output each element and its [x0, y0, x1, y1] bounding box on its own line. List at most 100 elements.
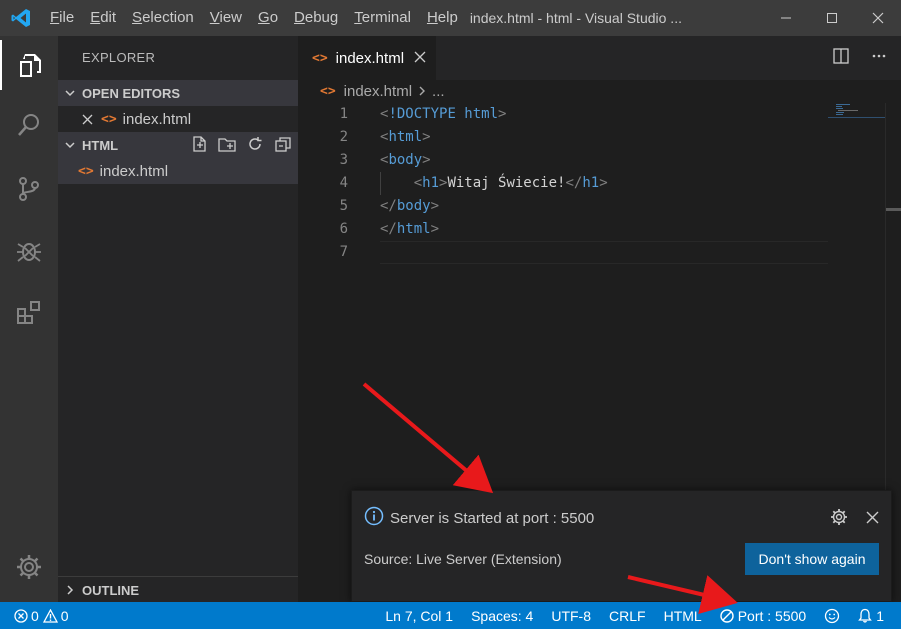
menu-debug[interactable]: Debug	[286, 0, 346, 36]
notification-source: Source: Live Server (Extension)	[364, 551, 562, 567]
minimize-button[interactable]	[763, 0, 809, 36]
scrollbar-position-marker	[886, 208, 901, 211]
info-icon	[364, 506, 384, 530]
file-name: index.html	[122, 110, 192, 128]
outline-section[interactable]: OUTLINE	[58, 577, 298, 603]
dont-show-again-button[interactable]: Don't show again	[745, 543, 879, 575]
activity-bar	[0, 36, 58, 602]
line-number: 7	[339, 244, 348, 260]
code-line: 6 </html>	[298, 218, 828, 241]
line-number: 4	[339, 175, 348, 191]
html-file-icon: <>	[78, 163, 94, 179]
refresh-icon[interactable]	[246, 135, 264, 156]
code-editor[interactable]: 1 <!DOCTYPE html> 2 <html> 3 <body> 4 <h1>Wita…	[298, 103, 828, 264]
line-number: 2	[339, 129, 348, 145]
sidebar-title: EXPLORER	[82, 50, 156, 65]
html-file-icon: <>	[312, 50, 328, 66]
port-label: Port : 5500	[737, 607, 807, 624]
gear-icon[interactable]	[0, 542, 58, 592]
notification-count: 1	[876, 607, 884, 624]
notification-message: Server is Started at port : 5500	[390, 509, 595, 527]
line-content: </html>	[380, 221, 440, 237]
gear-icon[interactable]	[830, 508, 848, 531]
line-content: <!DOCTYPE html>	[380, 106, 507, 122]
line-content	[348, 241, 380, 264]
close-icon[interactable]	[866, 511, 879, 529]
folder-file-item[interactable]: <> index.html	[58, 158, 298, 184]
indent-guide	[380, 172, 381, 195]
bell-icon	[858, 608, 873, 623]
open-editors-section[interactable]: OPEN EDITORS	[58, 80, 298, 106]
line-number: 1	[339, 106, 348, 122]
current-line-highlight	[380, 241, 828, 264]
code-line: 1 <!DOCTYPE html>	[298, 103, 828, 126]
tab-index-html[interactable]: <> index.html	[298, 36, 436, 80]
new-file-icon[interactable]	[190, 135, 208, 156]
problems-status[interactable]: 0 0	[10, 602, 73, 629]
editor-tab-bar: <> index.html	[298, 36, 901, 80]
warning-icon	[42, 608, 58, 623]
error-count: 0	[31, 607, 39, 624]
indentation[interactable]: Spaces: 4	[462, 602, 542, 629]
menu-file[interactable]: File	[42, 0, 82, 36]
stop-icon	[720, 608, 734, 623]
html-folder-section[interactable]: HTML	[58, 132, 298, 158]
code-line: 4 <h1>Witaj Świecie!</h1>	[298, 172, 828, 195]
chevron-right-icon	[58, 584, 82, 596]
html-file-icon: <>	[320, 83, 336, 99]
line-content: </body>	[380, 198, 440, 214]
source-control-icon[interactable]	[0, 164, 58, 214]
maximize-button[interactable]	[809, 0, 855, 36]
split-editor-icon[interactable]	[833, 47, 849, 69]
warning-count: 0	[60, 607, 69, 624]
chevron-right-icon	[418, 85, 426, 97]
close-window-button[interactable]	[855, 0, 901, 36]
cursor-position[interactable]: Ln 7, Col 1	[376, 602, 462, 629]
chevron-down-icon	[58, 139, 82, 151]
explorer-sidebar: EXPLORER OPEN EDITORS <> index.html HTML…	[58, 36, 298, 602]
new-folder-icon[interactable]	[218, 135, 236, 156]
window-title: index.html - html - Visual Studio ...	[469, 10, 682, 26]
language-mode[interactable]: HTML	[655, 602, 711, 629]
explorer-icon[interactable]	[0, 40, 58, 90]
end-of-line[interactable]: CRLF	[600, 602, 655, 629]
notification-toast: Server is Started at port : 5500 Source:…	[351, 490, 892, 602]
html-file-icon: <>	[101, 111, 117, 127]
menu-selection[interactable]: Selection	[124, 0, 202, 36]
search-icon[interactable]	[0, 100, 58, 150]
line-number: 5	[339, 198, 348, 214]
status-bar: 0 0 Ln 7, Col 1 Spaces: 4 UTF-8 CRLF HTM…	[0, 602, 901, 629]
breadcrumb-rest[interactable]: ...	[432, 83, 445, 100]
close-icon[interactable]	[414, 50, 426, 67]
more-actions-icon[interactable]	[871, 48, 887, 69]
menu-bar: File Edit Selection View Go Debug Terminal Help	[42, 0, 466, 36]
vscode-logo-icon	[0, 0, 42, 36]
open-editor-item[interactable]: <> index.html	[58, 106, 298, 132]
encoding[interactable]: UTF-8	[542, 602, 600, 629]
breadcrumb: <> index.html ...	[298, 80, 901, 102]
line-number: 3	[339, 152, 348, 168]
menu-edit[interactable]: Edit	[82, 0, 124, 36]
line-content: <body>	[380, 152, 431, 168]
error-icon	[14, 608, 28, 623]
tab-label: index.html	[335, 49, 405, 67]
extensions-icon[interactable]	[0, 288, 58, 338]
menu-go[interactable]: Go	[250, 0, 286, 36]
menu-terminal[interactable]: Terminal	[346, 0, 419, 36]
debug-icon[interactable]	[0, 226, 58, 276]
collapse-all-icon[interactable]	[274, 135, 292, 156]
breadcrumb-file[interactable]: index.html	[344, 83, 412, 100]
file-name: index.html	[99, 162, 169, 180]
line-number: 6	[339, 221, 348, 237]
menu-help[interactable]: Help	[419, 0, 466, 36]
outline-label: OUTLINE	[82, 582, 140, 598]
feedback-smiley-icon[interactable]	[815, 602, 849, 629]
menu-view[interactable]: View	[202, 0, 250, 36]
code-line: 3 <body>	[298, 149, 828, 172]
open-editors-label: OPEN EDITORS	[82, 85, 181, 101]
live-server-port[interactable]: Port : 5500	[711, 602, 816, 629]
line-content: <html>	[380, 129, 431, 145]
notifications-status[interactable]: 1	[849, 602, 893, 629]
code-line: 5 </body>	[298, 195, 828, 218]
close-icon[interactable]	[82, 114, 93, 125]
